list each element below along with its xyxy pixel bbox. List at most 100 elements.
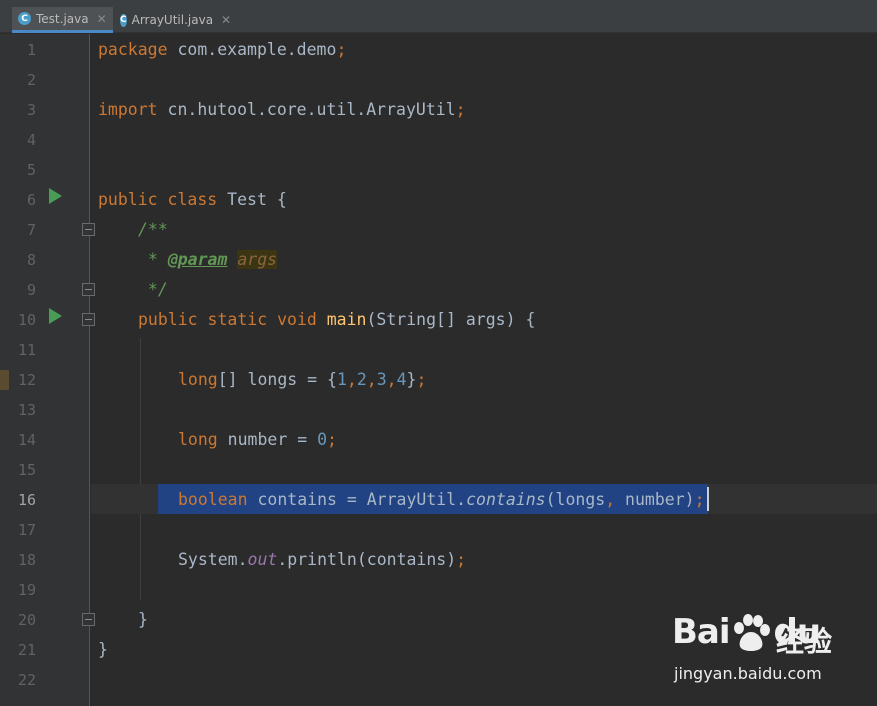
code-text: number = xyxy=(217,430,318,449)
fold-icon[interactable] xyxy=(82,613,95,626)
tab-arrayutil-java[interactable]: C ArrayUtil.java ✕ xyxy=(114,7,235,33)
code-line-14[interactable]: long number = 0; xyxy=(178,425,337,455)
line-number: 7 xyxy=(26,221,36,239)
code-text: } xyxy=(406,370,417,389)
doc-comment: /** xyxy=(138,220,168,239)
code-text: Test { xyxy=(217,190,287,209)
line-number: 11 xyxy=(17,341,36,359)
static-field: out xyxy=(247,550,278,569)
comma: , xyxy=(386,370,397,389)
comma: , xyxy=(366,370,377,389)
semicolon: ; xyxy=(336,40,347,59)
keyword: long xyxy=(178,370,218,389)
keyword: public static void xyxy=(138,310,317,329)
editor-tab-bar: C Test.java ✕ C ArrayUtil.java ✕ xyxy=(0,0,877,33)
doc-comment: */ xyxy=(138,280,168,299)
closing-brace: } xyxy=(98,640,108,659)
semicolon: ; xyxy=(416,370,427,389)
line-number: 8 xyxy=(26,251,36,269)
keyword: import xyxy=(98,100,158,119)
code-line-18[interactable]: System.out.println(contains); xyxy=(178,545,466,575)
code-line-9[interactable]: */ xyxy=(138,275,168,305)
code-text: .println(contains) xyxy=(277,550,457,569)
static-method-call: contains xyxy=(466,490,546,509)
line-number: 6 xyxy=(26,191,36,209)
line-number: 5 xyxy=(26,161,36,179)
line-number: 2 xyxy=(26,71,36,89)
java-class-locked-icon: C xyxy=(120,13,127,27)
code-line-16[interactable]: boolean contains = ArrayUtil.contains(lo… xyxy=(178,485,705,515)
line-number: 4 xyxy=(26,131,36,149)
code-line-12[interactable]: long[] longs = {1,2,3,4}; xyxy=(178,365,426,395)
code-text: com.example.demo xyxy=(167,40,337,59)
semicolon: ; xyxy=(327,430,337,449)
watermark-url: jingyan.baidu.com xyxy=(674,664,822,683)
semicolon: ; xyxy=(456,550,467,569)
line-number: 14 xyxy=(17,431,36,449)
number-literal: 4 xyxy=(396,370,407,389)
run-main-icon[interactable] xyxy=(49,308,62,324)
fold-icon[interactable] xyxy=(82,223,95,236)
comma: , xyxy=(605,490,616,509)
line-number: 13 xyxy=(17,401,36,419)
line-number: 22 xyxy=(17,671,36,689)
keyword: boolean xyxy=(178,490,248,509)
tab-test-java[interactable]: C Test.java ✕ xyxy=(12,7,113,33)
javadoc-tag: @param xyxy=(167,250,228,269)
text-caret xyxy=(707,487,709,511)
code-text: [] longs = { xyxy=(217,370,337,389)
watermark-chinese-text: 经验 xyxy=(776,625,833,658)
line-number: 1 xyxy=(26,41,36,59)
keyword: long xyxy=(178,430,218,449)
code-text: (longs xyxy=(545,490,606,509)
number-literal: 2 xyxy=(356,370,367,389)
line-number: 12 xyxy=(17,371,36,389)
java-class-icon: C xyxy=(18,12,31,25)
semicolon: ; xyxy=(455,100,466,119)
line-number: 18 xyxy=(17,551,36,569)
code-line-1[interactable]: package com.example.demo; xyxy=(98,35,346,65)
tab-label: Test.java xyxy=(36,11,89,26)
close-icon[interactable]: ✕ xyxy=(97,12,107,26)
doc-comment: * xyxy=(138,250,168,269)
code-line-10[interactable]: public static void main(String[] args) { xyxy=(138,305,535,335)
method-name: main xyxy=(326,310,367,329)
code-text: System. xyxy=(178,550,248,569)
code-line-21[interactable]: } xyxy=(98,635,108,665)
line-number: 21 xyxy=(17,641,36,659)
number-literal: 1 xyxy=(336,370,347,389)
javadoc-param: args xyxy=(237,250,278,269)
baidu-jingyan-watermark: Bai du 经验 jingyan.baidu.com xyxy=(672,612,872,692)
code-text: contains = ArrayUtil. xyxy=(247,490,467,509)
line-number: 16 xyxy=(17,491,36,509)
line-number: 19 xyxy=(17,581,36,599)
comma: , xyxy=(346,370,357,389)
keyword: public class xyxy=(98,190,218,209)
line-number: 17 xyxy=(17,521,36,539)
close-icon[interactable]: ✕ xyxy=(221,13,231,27)
run-class-icon[interactable] xyxy=(49,188,62,204)
code-text: number) xyxy=(615,490,695,509)
line-number: 20 xyxy=(17,611,36,629)
code-text: cn.hutool.core.util.ArrayUtil xyxy=(157,100,456,119)
fold-icon[interactable] xyxy=(82,313,95,326)
baidu-paw-icon xyxy=(734,614,770,651)
code-line-6[interactable]: public class Test { xyxy=(98,185,287,215)
line-number: 9 xyxy=(26,281,36,299)
semicolon: ; xyxy=(694,490,705,509)
code-line-7[interactable]: /** xyxy=(138,215,168,245)
code-text: (String[] args) { xyxy=(366,310,536,329)
number-literal: 0 xyxy=(317,430,328,449)
line-number: 3 xyxy=(26,101,36,119)
line-number: 15 xyxy=(17,461,36,479)
tab-label: ArrayUtil.java xyxy=(131,13,214,27)
keyword: package xyxy=(98,40,168,59)
number-literal: 3 xyxy=(376,370,387,389)
code-line-8[interactable]: * @param args xyxy=(138,245,278,275)
fold-icon[interactable] xyxy=(82,283,95,296)
closing-brace: } xyxy=(138,610,148,629)
code-line-20[interactable]: } xyxy=(138,605,148,635)
code-line-3[interactable]: import cn.hutool.core.util.ArrayUtil; xyxy=(98,95,466,125)
line-number: 10 xyxy=(17,311,36,329)
indent-guide xyxy=(140,338,141,600)
